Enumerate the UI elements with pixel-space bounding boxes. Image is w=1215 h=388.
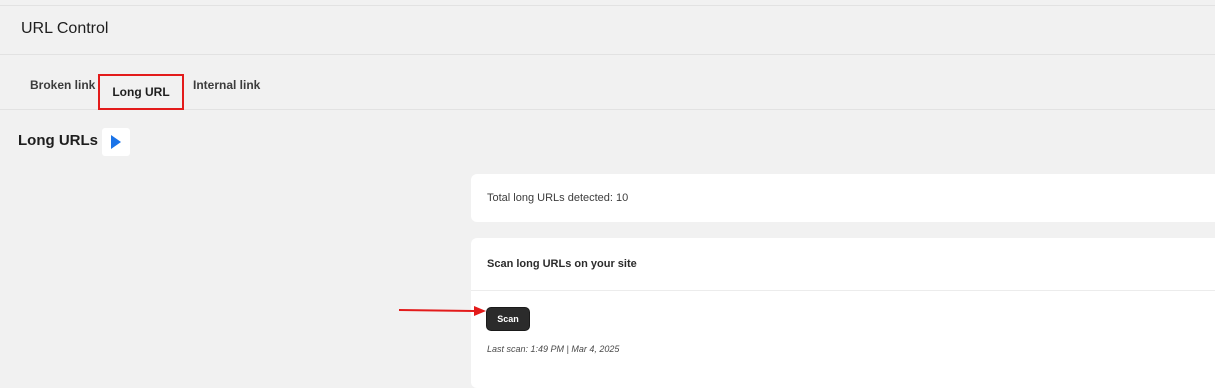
tab-broken-link[interactable]: Broken link: [30, 62, 95, 109]
tab-long-url[interactable]: Long URL: [98, 74, 184, 110]
play-icon: [111, 135, 121, 149]
tab-internal-link[interactable]: Internal link: [193, 62, 260, 109]
long-url-count: Total long URLs detected: 10: [487, 192, 629, 204]
tab-bar: Broken link Long URL Internal link: [0, 62, 1215, 110]
red-arrow-annotation: [398, 306, 486, 316]
summary-card: Total long URLs detected: 10: [471, 174, 1215, 222]
play-video-button[interactable]: [102, 128, 130, 156]
page-header: URL Control: [0, 6, 1215, 55]
scan-card-header: Scan long URLs on your site: [471, 238, 1215, 291]
scan-card: Scan long URLs on your site Scan Last sc…: [471, 238, 1215, 388]
page-title: URL Control: [21, 20, 109, 37]
last-scan-info: Last scan: 1:49 PM | Mar 4, 2025: [487, 344, 620, 354]
scan-card-title: Scan long URLs on your site: [487, 258, 637, 270]
section-heading: Long URLs: [18, 132, 98, 149]
scan-button[interactable]: Scan: [487, 308, 529, 330]
